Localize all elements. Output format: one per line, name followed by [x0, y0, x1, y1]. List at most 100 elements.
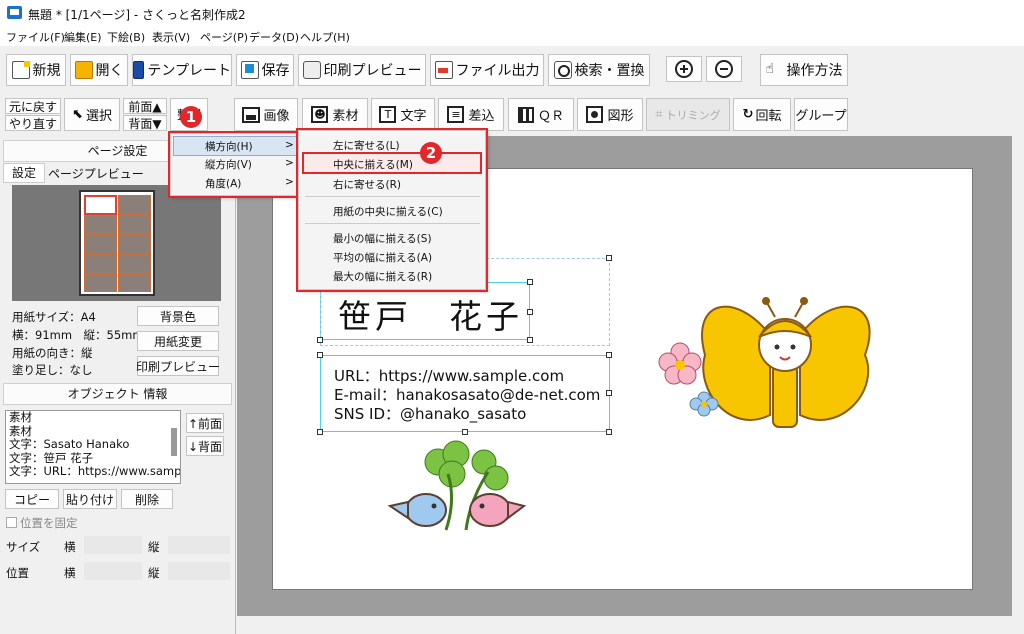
object-info-header[interactable]: オブジェクト 情報	[3, 383, 232, 405]
copy-button[interactable]: コピー	[5, 489, 59, 509]
card-name[interactable]: 笹戸 花子	[338, 290, 523, 338]
preview-card-cell	[118, 275, 151, 292]
menu-item-align-center[interactable]: 中央に揃える(M)	[333, 157, 413, 172]
open-button[interactable]: 開く	[70, 54, 128, 86]
send-back-button[interactable]: 背面▼	[123, 115, 167, 131]
card-url[interactable]: URL：https://www.sample.com	[334, 365, 564, 386]
paste-button[interactable]: 貼り付け	[63, 489, 117, 509]
vertical-scrollbar[interactable]	[1012, 136, 1024, 634]
pos-y-field[interactable]	[168, 562, 230, 580]
left-print-preview-button[interactable]: 印刷プレビュー	[136, 356, 220, 376]
menu-page[interactable]: ページ(P)	[200, 29, 248, 45]
object-list[interactable]: 素材 素材 文字：Sasato Hanako 文字：笹戸 花子 文字：URL：h…	[5, 410, 181, 484]
list-item[interactable]: 素材	[6, 424, 180, 439]
search-replace-button[interactable]: 検索・置換	[548, 54, 650, 86]
merge-button[interactable]: ≡ 差込	[438, 98, 504, 131]
list-scrollbar[interactable]	[171, 428, 177, 456]
material-button[interactable]: ☻ 素材	[302, 98, 368, 131]
tab-settings[interactable]: 設定	[3, 163, 45, 183]
shape-label: 図形	[607, 109, 634, 124]
menu-view[interactable]: 表示(V)	[152, 29, 190, 45]
template-button[interactable]: テンプレート	[132, 54, 232, 86]
horizontal-scrollbar[interactable]	[237, 618, 1012, 634]
rotate-label: 回転	[755, 109, 782, 124]
group-button[interactable]: グループ	[794, 98, 848, 131]
move-back-button[interactable]: ↓背面	[186, 436, 224, 456]
resize-handle[interactable]	[606, 390, 612, 396]
delete-button[interactable]: 削除	[121, 489, 173, 509]
text-icon: T	[379, 106, 397, 123]
resize-handle[interactable]	[606, 429, 612, 435]
resize-handle[interactable]	[527, 279, 533, 285]
list-item[interactable]: 文字：Sasato Hanako	[6, 437, 180, 452]
menu-item-align-left[interactable]: 左に寄せる(L)	[333, 138, 400, 153]
preview-card-cell	[118, 215, 151, 235]
list-item[interactable]: 文字：笹戸 花子	[6, 451, 180, 466]
bring-front-button[interactable]: 前面▲	[123, 98, 167, 114]
move-front-button[interactable]: ↑前面	[186, 413, 224, 433]
card-sns[interactable]: SNS ID：@hanako_sasato	[334, 403, 526, 424]
menu-item-horizontal[interactable]: 横方向(H)	[205, 139, 253, 154]
resize-handle[interactable]	[462, 429, 468, 435]
card-email[interactable]: E-mail：hanakosasato@de-net.com	[334, 384, 600, 405]
menu-item-min-width[interactable]: 最小の幅に揃える(S)	[333, 231, 432, 246]
menu-draft[interactable]: 下絵(B)	[107, 29, 145, 45]
select-button[interactable]: ⬉ 選択	[64, 98, 120, 131]
preview-sheet[interactable]	[79, 190, 155, 296]
menu-item-align-right[interactable]: 右に寄せる(R)	[333, 177, 401, 192]
zoom-in-button[interactable]	[666, 56, 702, 82]
file-output-button[interactable]: ファイル出力	[430, 54, 544, 86]
pos-x-field[interactable]	[84, 562, 142, 580]
merge-label: 差込	[468, 109, 495, 124]
trimming-label: トリミング	[665, 108, 721, 122]
open-label: 開く	[95, 63, 124, 79]
tab-page-preview[interactable]: ページプレビュー	[48, 165, 144, 182]
resize-handle[interactable]	[317, 352, 323, 358]
save-label: 保存	[261, 63, 290, 79]
text-button[interactable]: T 文字	[371, 98, 435, 131]
resize-handle[interactable]	[527, 309, 533, 315]
qr-button[interactable]: ＱＲ	[508, 98, 574, 131]
image-button[interactable]: 画像	[234, 98, 298, 131]
save-icon	[240, 61, 259, 79]
menu-item-vertical[interactable]: 縦方向(V)	[205, 157, 252, 172]
list-item[interactable]: 文字：URL：https://www.sampl	[6, 464, 180, 479]
menu-item-avg-width[interactable]: 平均の幅に揃える(A)	[333, 250, 432, 265]
shape-button[interactable]: 図形	[577, 98, 643, 131]
print-preview-button[interactable]: 印刷プレビュー	[298, 54, 426, 86]
menu-item-angle[interactable]: 角度(A)	[205, 176, 241, 191]
trimming-button[interactable]: ⌗ トリミング	[646, 98, 730, 131]
resize-handle[interactable]	[317, 337, 323, 343]
menu-file[interactable]: ファイル(F)	[6, 29, 65, 45]
chevron-right-icon: >	[285, 176, 294, 188]
resize-handle[interactable]	[606, 352, 612, 358]
menu-item-max-width[interactable]: 最大の幅に揃える(R)	[333, 269, 432, 284]
save-button[interactable]: 保存	[236, 54, 294, 86]
menu-item-paper-center[interactable]: 用紙の中央に揃える(C)	[333, 204, 443, 219]
redo-button[interactable]: やり直す	[5, 115, 61, 131]
material-icon: ☻	[311, 106, 329, 123]
rotate-button[interactable]: ↻ 回転	[733, 98, 791, 131]
rotate-icon: ↻	[742, 107, 754, 122]
menu-edit[interactable]: 編集(E)	[64, 29, 102, 45]
menu-help[interactable]: ヘルプ(H)	[300, 29, 350, 45]
resize-handle[interactable]	[606, 255, 612, 261]
menu-data[interactable]: データ(D)	[249, 29, 299, 45]
menu-divider	[305, 196, 480, 197]
size-height-field[interactable]	[168, 536, 230, 554]
image-label: 画像	[263, 109, 290, 124]
template-label: テンプレート	[147, 63, 231, 79]
new-button[interactable]: 新規	[6, 54, 66, 86]
resize-handle[interactable]	[317, 429, 323, 435]
how-to-button[interactable]: ☝ 操作方法	[760, 54, 848, 86]
lock-position-checkbox[interactable]	[6, 517, 17, 528]
undo-button[interactable]: 元に戻す	[5, 98, 61, 114]
list-item[interactable]: 素材	[6, 411, 180, 425]
resize-handle[interactable]	[527, 337, 533, 343]
lock-position-label: 位置を固定	[20, 516, 78, 530]
bg-color-button[interactable]: 背景色	[137, 306, 219, 326]
zoom-out-button[interactable]	[706, 56, 742, 82]
paper-change-button[interactable]: 用紙変更	[137, 331, 219, 351]
size-width-field[interactable]	[84, 536, 142, 554]
clover-birds-illustration[interactable]	[386, 440, 526, 540]
